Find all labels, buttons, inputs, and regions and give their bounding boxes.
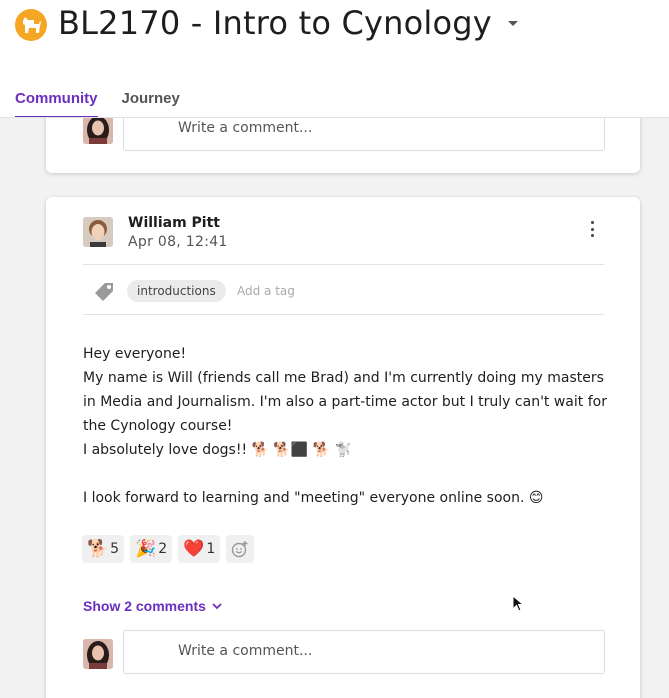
chevron-down-icon[interactable] <box>508 21 518 26</box>
tab-journey[interactable]: Journey <box>122 90 180 118</box>
show-comments-button[interactable]: Show 2 comments <box>83 598 222 614</box>
dog-emoji: 🐕 <box>87 539 109 559</box>
post-text-line: Hey everyone! <box>83 346 187 362</box>
show-comments-label: Show 2 comments <box>83 598 206 614</box>
dog-icon <box>15 9 47 41</box>
more-options-icon[interactable] <box>588 221 596 237</box>
comment-input[interactable] <box>178 120 578 136</box>
reaction-count: 2 <box>158 541 168 557</box>
party-popper-emoji: 🎉 <box>135 539 157 559</box>
post-date: Apr 08, 12:41 <box>128 234 228 250</box>
post-text-line: I absolutely love dogs!! 🐕 🐕‍⬛ 🐕 🐩 <box>83 442 353 458</box>
reaction-dog[interactable]: 🐕 5 <box>82 535 125 563</box>
post-text-line: I look forward to learning and "meeting"… <box>83 490 544 506</box>
tag-icon <box>93 279 117 307</box>
header-divider <box>0 117 669 118</box>
avatar <box>83 114 113 144</box>
reaction-count: 5 <box>110 541 120 557</box>
author-avatar[interactable] <box>83 217 113 247</box>
author-name[interactable]: William Pitt <box>128 215 220 231</box>
comment-field[interactable] <box>123 630 605 674</box>
divider <box>83 264 604 265</box>
divider <box>83 314 604 315</box>
add-tag-input[interactable]: Add a tag <box>237 284 295 298</box>
post-body: Hey everyone! My name is Will (friends c… <box>83 342 608 510</box>
heart-emoji: ❤️ <box>183 539 205 559</box>
reaction-count: 1 <box>206 541 216 557</box>
tab-bar: Community Journey <box>15 90 180 118</box>
avatar <box>83 639 113 669</box>
add-emoji-icon <box>232 541 248 558</box>
tag-chip[interactable]: introductions <box>127 280 226 302</box>
course-title[interactable]: BL2170 - Intro to Cynology <box>58 4 492 42</box>
reactions-bar: 🐕 5 🎉 2 ❤️ 1 <box>82 535 255 563</box>
reaction-heart[interactable]: ❤️ 1 <box>178 535 221 563</box>
post-card: William Pitt Apr 08, 12:41 introductions… <box>46 197 640 698</box>
chevron-down-icon <box>212 602 222 609</box>
course-header-overlay: BL2170 - Intro to Cynology Community Jou… <box>0 0 669 118</box>
mouse-cursor-icon <box>512 594 525 617</box>
reaction-party[interactable]: 🎉 2 <box>130 535 173 563</box>
comment-input[interactable] <box>178 643 578 659</box>
post-text-line: My name is Will (friends call me Brad) a… <box>83 370 607 434</box>
add-reaction-button[interactable] <box>226 535 255 563</box>
tab-community[interactable]: Community <box>15 90 98 118</box>
